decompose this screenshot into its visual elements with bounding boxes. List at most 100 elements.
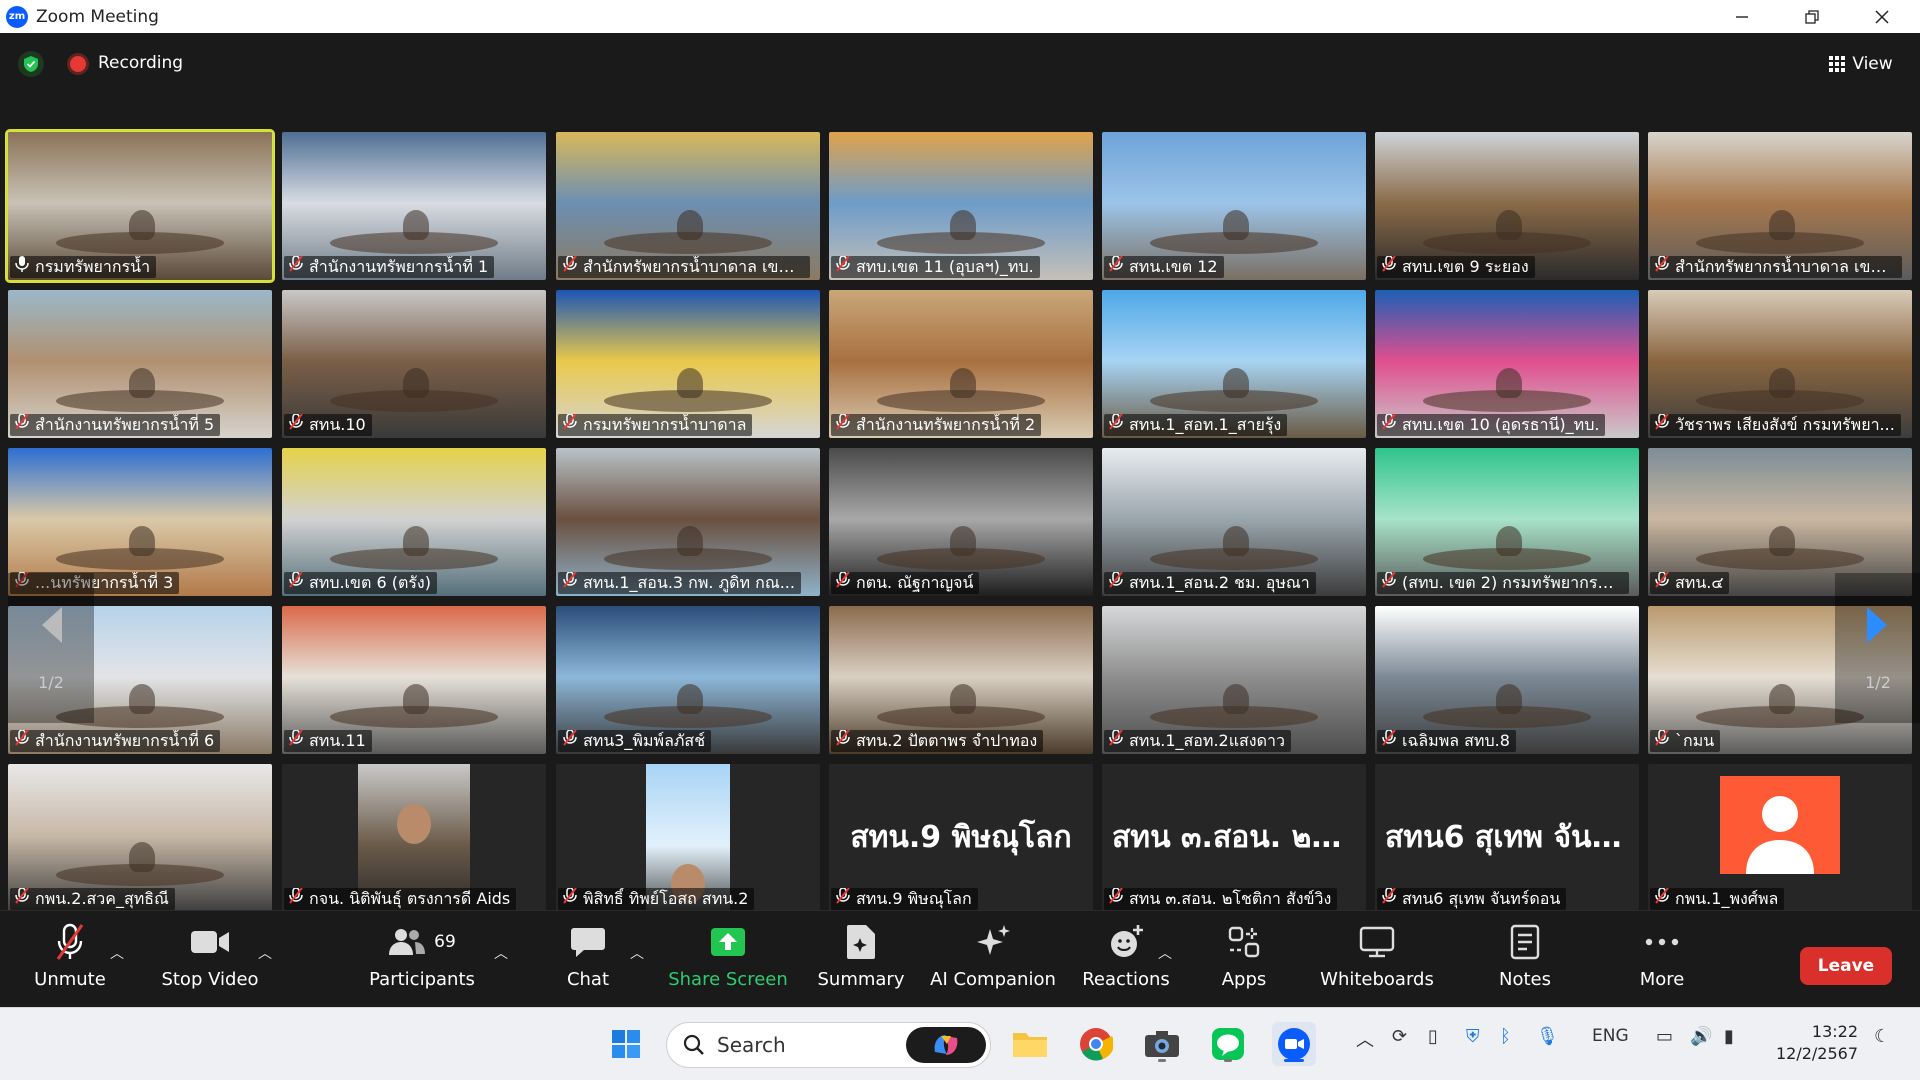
participant-video-tile[interactable]: สำนักงานทรัพยากรน้ำที่ 1 (282, 132, 546, 280)
close-icon (1875, 9, 1889, 24)
participant-video-tile[interactable]: สำนักทรัพยากรน้ำบาดาล เขต... (1648, 132, 1912, 280)
start-button[interactable] (604, 1022, 648, 1066)
participants-button[interactable]: 69 Participants (369, 919, 475, 1003)
file-explorer-icon[interactable] (1008, 1022, 1052, 1066)
participant-video-tile[interactable]: สทน.2 ปัตตาพร จำปาทอง (829, 606, 1093, 754)
participant-video-tile[interactable]: สำนักงานทรัพยากรน้ำที่ 5 (8, 290, 272, 438)
participant-video-tile[interactable]: สทน ๓.สอน. ๒โ... สทน ๓.สอน. ๒โชติกา สังข์… (1102, 764, 1366, 912)
leave-button[interactable]: Leave (1800, 947, 1892, 985)
participant-video-tile[interactable]: สทบ.เขต 11 (อุบลฯ)_ทบ. (829, 132, 1093, 280)
participant-video-tile[interactable]: กพน.1_พงศ์พล (1648, 764, 1912, 912)
stop-video-label: Stop Video (161, 969, 259, 990)
participant-video-tile[interactable]: สทน.เขต 12 (1102, 132, 1366, 280)
share-screen-button[interactable]: Share Screen (668, 919, 788, 1003)
microphone-muted-icon (1108, 730, 1124, 752)
defender-shield-icon[interactable]: ⛨ (1466, 1026, 1480, 1047)
usb-icon[interactable]: ▯ (1428, 1026, 1438, 1047)
show-hidden-icons-chevron-icon[interactable]: ︿ (1356, 1026, 1374, 1052)
microphone-muted-icon (562, 572, 578, 594)
microphone-muted-icon (1654, 414, 1670, 436)
encryption-shield-icon[interactable] (18, 51, 44, 77)
copilot-icon[interactable] (906, 1027, 986, 1063)
line-app-icon[interactable] (1206, 1022, 1250, 1066)
participant-name: สทบ.เขต 9 ระยอง (1402, 257, 1529, 276)
share-screen-label: Share Screen (668, 969, 788, 990)
stop-video-button[interactable]: Stop Video (160, 919, 260, 1003)
summary-button[interactable]: Summary (814, 919, 908, 1003)
participant-video-tile[interactable]: สทบ.เขต 6 (ตรัง) (282, 448, 546, 596)
participant-name-tag: กพน.2.สวค_สุทธิณี (10, 888, 175, 910)
participant-name: สทบ.เขต 6 (ตรัง) (309, 573, 431, 592)
microphone-tray-icon[interactable]: 🎙 (1536, 1026, 1559, 1047)
participant-video-tile[interactable]: สทน.9 พิษณุโลก สทน.9 พิษณุโลก (829, 764, 1093, 912)
minimize-button[interactable] (1712, 0, 1772, 33)
participant-video-tile[interactable]: กรมทรัพยากรน้ำบาดาล (556, 290, 820, 438)
participant-video-tile[interactable]: พิสิทธิ์ ทิพย์โอสถ สทน.2 (556, 764, 820, 912)
participant-video-tile[interactable]: วัชราพร เสียงสังข์ กรมทรัพยา... (1648, 290, 1912, 438)
participant-video-tile[interactable]: สทน.1_สอน.2 ชม. อุษณา (1102, 448, 1366, 596)
participant-video-tile[interactable]: สทน.10 (282, 290, 546, 438)
recording-label[interactable]: Recording (98, 53, 183, 73)
participants-options-caret-icon[interactable]: ︿ (494, 943, 508, 963)
input-language[interactable]: ENG (1592, 1026, 1629, 1046)
zoom-app-icon[interactable] (1272, 1022, 1316, 1066)
restore-button[interactable] (1782, 0, 1842, 33)
bluetooth-icon[interactable]: ᛒ (1500, 1026, 1511, 1047)
reactions-options-caret-icon[interactable]: ︿ (1158, 943, 1172, 963)
participants-count: 69 (434, 932, 456, 952)
sync-icon[interactable]: ⟳ (1392, 1026, 1407, 1047)
volume-icon[interactable]: 🔊 (1690, 1026, 1712, 1047)
participant-video-tile[interactable]: สทน.1_สอน.3 กพ. ภูดิท กณ... (556, 448, 820, 596)
microphone-muted-icon (1108, 888, 1124, 910)
apps-button[interactable]: Apps (1212, 919, 1276, 1003)
participant-video-tile[interactable]: สำนักงานทรัพยากรน้ำที่ 2 (829, 290, 1093, 438)
next-page-button[interactable]: 1/2 (1835, 573, 1920, 723)
video-options-caret-icon[interactable]: ︿ (258, 943, 272, 963)
notifications-moon-icon[interactable]: ☾ (1874, 1026, 1890, 1047)
participant-name: สทน.1_สอท.2แสงดาว (1129, 731, 1285, 750)
participant-video-tile[interactable]: สทน.1_สอท.2แสงดาว (1102, 606, 1366, 754)
video-gallery: กรมทรัพยากรน้ำ สำนักงานทรัพยากรน้ำที่ 1 สำ… (0, 128, 1920, 912)
participant-video-tile[interactable]: กจน. นิติพันธุ์ ตรงการดี Aids (282, 764, 546, 912)
audio-options-caret-icon[interactable]: ︿ (110, 943, 124, 963)
ai-companion-button[interactable]: AI Companion (930, 919, 1056, 1003)
participant-video-tile[interactable]: สทบ.เขต 9 ระยอง (1375, 132, 1639, 280)
view-button[interactable]: View (1820, 49, 1902, 79)
recording-dot-icon[interactable] (70, 56, 86, 72)
participant-video-tile[interactable]: กตน. ณัฐกาญจน์ (829, 448, 1093, 596)
participant-video-tile[interactable]: สทน.1_สอท.1_สายรุ้ง (1102, 290, 1366, 438)
participant-name: สทบ.เขต 10 (อุดรธานี)_ทบ. (1402, 415, 1600, 434)
taskbar-clock[interactable]: 13:22 12/2/2567 (1776, 1021, 1858, 1065)
more-button[interactable]: More (1636, 919, 1688, 1003)
participant-video-tile[interactable]: สทน.11 (282, 606, 546, 754)
chat-options-caret-icon[interactable]: ︿ (630, 943, 644, 963)
apps-icon (1228, 926, 1260, 958)
participant-video-tile[interactable]: กพน.2.สวค_สุทธิณี (8, 764, 272, 912)
participant-video-tile[interactable]: สทน3_พิมพ์ลภัสช์ (556, 606, 820, 754)
microphone-muted-icon (835, 572, 851, 594)
participant-video-tile[interactable]: สำนักทรัพยากรน้ำบาดาล เขต... (556, 132, 820, 280)
whiteboards-button[interactable]: Whiteboards (1318, 919, 1436, 1003)
participant-name: สทน.เขต 12 (1129, 257, 1218, 276)
notes-button[interactable]: Notes (1490, 919, 1560, 1003)
participant-name-tag: กรมทรัพยากรน้ำ (10, 256, 157, 278)
previous-page-button[interactable]: 1/2 (8, 573, 94, 723)
chrome-icon[interactable] (1074, 1022, 1118, 1066)
participant-video-tile[interactable]: กรมทรัพยากรน้ำ (5, 129, 275, 283)
participant-video-tile[interactable]: เฉลิมพล สทบ.8 (1375, 606, 1639, 754)
participant-name: สทน.10 (309, 415, 366, 434)
participant-video-tile[interactable]: สทน6 สุเทพ จันท... สทน6 สุเทพ จันทร์ดอน (1375, 764, 1639, 912)
taskbar-search[interactable]: Search (666, 1022, 991, 1068)
camera-app-icon[interactable] (1140, 1022, 1184, 1066)
battery-icon[interactable]: ▮ (1724, 1026, 1734, 1047)
microphone-muted-icon (1381, 256, 1397, 278)
participant-display-name: สทน6 สุเทพ จันท... (1385, 820, 1639, 855)
participant-video-tile[interactable]: สทบ.เขต 10 (อุดรธานี)_ทบ. (1375, 290, 1639, 438)
participant-video-tile[interactable]: (สทบ. เขต 2) กรมทรัพยากรน้... (1375, 448, 1639, 596)
more-dots-icon (1645, 938, 1679, 946)
window-titlebar: zm Zoom Meeting (0, 0, 1920, 33)
network-icon[interactable]: ▭ (1656, 1026, 1673, 1047)
chat-button[interactable]: Chat (556, 919, 620, 1003)
close-button[interactable] (1852, 0, 1912, 33)
unmute-button[interactable]: Unmute (30, 919, 110, 1003)
